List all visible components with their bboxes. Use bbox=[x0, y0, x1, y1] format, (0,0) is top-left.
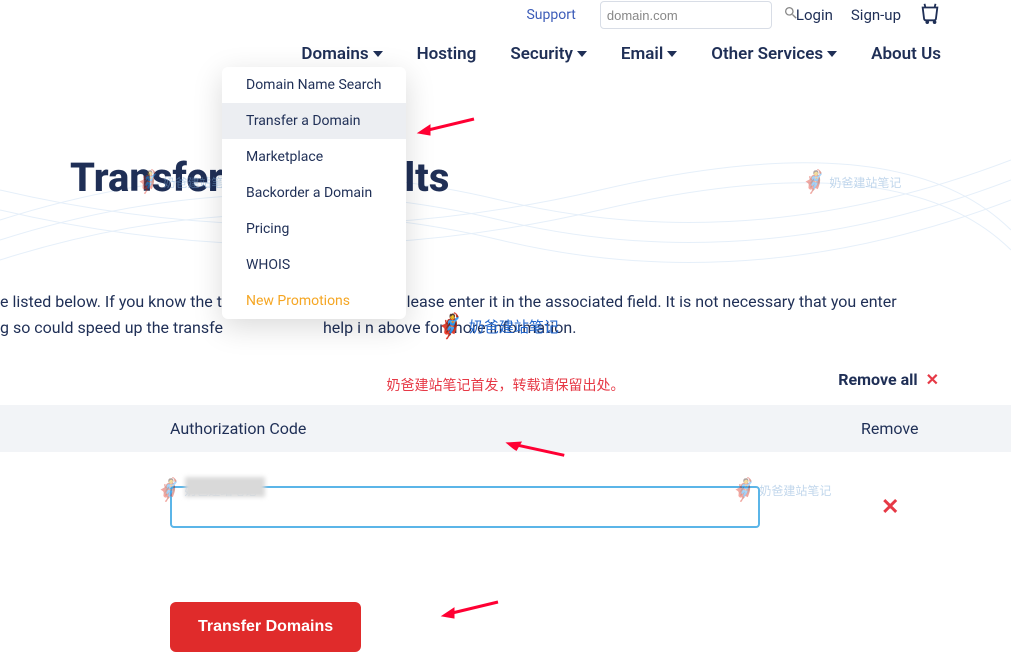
auth-code-header: Authorization Code bbox=[0, 419, 811, 438]
caret-icon bbox=[827, 51, 837, 57]
caret-icon bbox=[577, 51, 587, 57]
dropdown-whois[interactable]: WHOIS bbox=[222, 247, 406, 283]
nav-email[interactable]: Email bbox=[621, 44, 677, 64]
domain-search-box[interactable] bbox=[600, 1, 772, 29]
login-area: Login Sign-up bbox=[796, 2, 941, 28]
page-title: Transfer ____R esults bbox=[70, 154, 1011, 201]
body-text: e listed below. If you know the te, plea… bbox=[0, 201, 1011, 340]
auth-code-input[interactable] bbox=[170, 486, 760, 528]
remove-cell: ✕ bbox=[811, 495, 1011, 520]
nav-about-us[interactable]: About Us bbox=[871, 44, 941, 64]
remove-row-icon[interactable]: ✕ bbox=[881, 495, 899, 520]
dropdown-marketplace[interactable]: Marketplace bbox=[222, 139, 406, 175]
support-link[interactable]: Support bbox=[526, 7, 575, 23]
remove-header: Remove bbox=[811, 419, 1011, 438]
dropdown-pricing[interactable]: Pricing bbox=[222, 211, 406, 247]
dropdown-transfer-domain[interactable]: Transfer a Domain bbox=[222, 103, 406, 139]
arrow-annotation bbox=[416, 113, 476, 141]
nav-domains[interactable]: Domains bbox=[301, 44, 382, 64]
domains-dropdown: Domain Name Search Transfer a Domain Mar… bbox=[222, 67, 406, 319]
dropdown-new-promotions[interactable]: New Promotions bbox=[222, 283, 406, 319]
nav-security[interactable]: Security bbox=[510, 44, 587, 64]
dropdown-domain-search[interactable]: Domain Name Search bbox=[222, 67, 406, 103]
nav-hosting[interactable]: Hosting bbox=[417, 44, 477, 64]
auth-cell bbox=[0, 486, 811, 528]
transfer-domains-button[interactable]: Transfer Domains bbox=[170, 602, 361, 652]
action-row: Transfer Domains bbox=[0, 562, 1011, 652]
domain-search-input[interactable] bbox=[607, 8, 783, 23]
signup-link[interactable]: Sign-up bbox=[851, 6, 901, 24]
close-icon: ✕ bbox=[926, 370, 939, 389]
table-row: ✕ bbox=[0, 452, 1011, 562]
caret-icon bbox=[373, 51, 383, 57]
cart-icon[interactable] bbox=[919, 2, 941, 28]
top-bar: Support Login Sign-up bbox=[0, 0, 1011, 30]
dropdown-backorder[interactable]: Backorder a Domain bbox=[222, 175, 406, 211]
table-header: Authorization Code Remove bbox=[0, 405, 1011, 452]
login-link[interactable]: Login bbox=[796, 6, 833, 24]
caret-icon bbox=[667, 51, 677, 57]
remove-all-link[interactable]: Remove all ✕ bbox=[838, 370, 939, 389]
nav-other-services[interactable]: Other Services bbox=[711, 44, 837, 64]
main-nav: Domains Hosting Security Email Other Ser… bbox=[0, 30, 1011, 64]
